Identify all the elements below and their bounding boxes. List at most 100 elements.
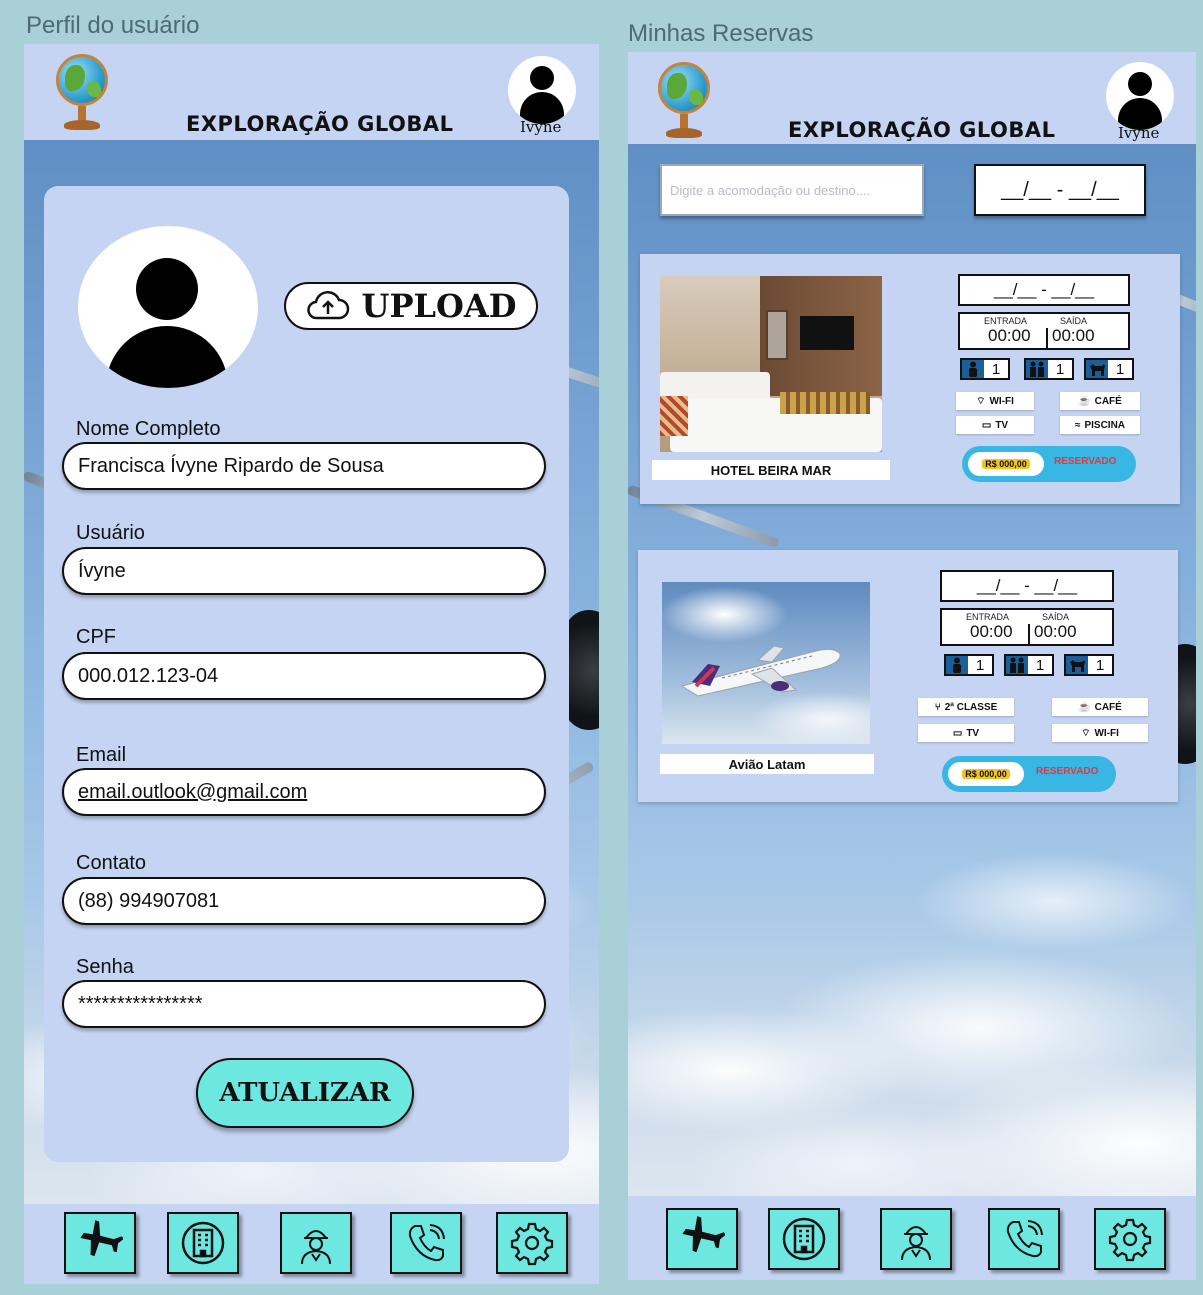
mirror	[766, 310, 788, 360]
wifi-icon: ⌔	[1081, 727, 1091, 739]
header: EXPLORAÇÃO GLOBAL Ivyne	[628, 52, 1196, 144]
nav-tours-button[interactable]	[280, 1212, 352, 1274]
profile-photo	[78, 226, 258, 388]
hotel-icon	[181, 1221, 225, 1265]
booking-status: RESERVADO	[1036, 766, 1099, 777]
booking-status-pill[interactable]: R$ 000,00 RESERVADO	[962, 446, 1136, 482]
profile-screen: EXPLORAÇÃO GLOBAL Ivyne UPLOAD Nome Comp…	[24, 44, 599, 1284]
profile-card: UPLOAD Nome Completo Francisca Ívyne Rip…	[44, 186, 569, 1162]
date-range-value: __/__ - __/__	[1001, 178, 1119, 201]
brand-title: EXPLORAÇÃO GLOBAL	[788, 118, 1056, 142]
booking-status: RESERVADO	[1054, 456, 1117, 467]
adults-value: 1	[975, 656, 985, 674]
checkin-label: ENTRADA	[966, 612, 1010, 622]
person-icon	[953, 657, 961, 673]
cpf-value: 000.012.123-04	[78, 664, 219, 687]
pets-count[interactable]: 1	[1084, 358, 1134, 380]
booking-name: Avião Latam	[660, 754, 874, 774]
email-value: email.outlook@gmail.com	[78, 780, 308, 803]
booking-status-pill[interactable]: R$ 000,00 RESERVADO	[942, 756, 1116, 792]
wifi-icon: ⌔	[976, 395, 986, 407]
booking-card[interactable]: HOTEL BEIRA MAR __/__ - __/__ ENTRADA SA…	[640, 254, 1180, 504]
booking-price: R$ 000,00	[948, 762, 1024, 786]
pet-icon	[1090, 364, 1105, 376]
email-label: Email	[76, 744, 127, 766]
reservations-screen: EXPLORAÇÃO GLOBAL Ivyne Digite a acomoda…	[628, 52, 1196, 1280]
bed-runner	[780, 392, 870, 414]
password-field[interactable]: ****************	[62, 980, 546, 1028]
booking-date-range-value: __/__ - __/__	[976, 576, 1078, 595]
full-name-field[interactable]: Francisca Ívyne Ripardo de Sousa	[62, 442, 546, 490]
nav-hotels-button[interactable]	[768, 1208, 840, 1270]
nav-tours-button[interactable]	[880, 1208, 952, 1270]
user-name: Ivyne	[520, 118, 562, 136]
full-name-value: Francisca Ívyne Ripardo de Sousa	[78, 454, 384, 477]
frame-label-reservations: Minhas Reservas	[628, 20, 814, 47]
couples-count[interactable]: 1	[1004, 654, 1054, 676]
date-range-filter[interactable]: __/__ - __/__	[974, 164, 1146, 216]
tv-screen	[800, 316, 854, 350]
amenity-tv: ▭ TV	[956, 416, 1034, 434]
couples-value: 1	[1055, 360, 1065, 378]
upload-button[interactable]: UPLOAD	[284, 282, 538, 330]
nav-contact-button[interactable]	[988, 1208, 1060, 1270]
bottom-nav	[628, 1196, 1196, 1280]
pets-value: 1	[1115, 360, 1125, 378]
tour-guide-icon	[301, 1230, 331, 1265]
search-placeholder: Digite a acomodação ou destino....	[670, 182, 871, 198]
tv-icon: ▭	[981, 419, 992, 431]
nav-settings-button[interactable]	[496, 1212, 568, 1274]
adults-count[interactable]: 1	[944, 654, 994, 676]
brand-title: EXPLORAÇÃO GLOBAL	[186, 112, 454, 136]
airplane-icon	[682, 1216, 725, 1253]
pool-icon: ≈	[1074, 419, 1081, 431]
booking-times: ENTRADA SAÍDA 00:00 00:00	[958, 312, 1130, 350]
user-name: Ivyne	[1118, 124, 1160, 142]
amenity-coffee: ☕ CAFÉ	[1060, 392, 1140, 410]
booking-times: ENTRADA SAÍDA 00:00 00:00	[940, 608, 1114, 646]
couples-count[interactable]: 1	[1024, 358, 1074, 380]
amenity-tv: ▭ TV	[918, 724, 1014, 742]
user-avatar[interactable]	[1106, 62, 1174, 130]
amenity-wifi: ⌔ WI-FI	[1052, 724, 1148, 742]
nav-flights-button[interactable]	[666, 1208, 738, 1270]
password-value: ****************	[78, 992, 203, 1015]
nav-flights-button[interactable]	[64, 1212, 136, 1274]
person-icon	[969, 361, 977, 377]
cpf-field[interactable]: 000.012.123-04	[62, 652, 546, 700]
password-label: Senha	[76, 956, 134, 978]
email-field[interactable]: email.outlook@gmail.com	[62, 768, 546, 816]
username-field[interactable]: Ívyne	[62, 547, 546, 595]
adults-count[interactable]: 1	[960, 358, 1010, 380]
nav-hotels-button[interactable]	[167, 1212, 239, 1274]
nav-settings-button[interactable]	[1094, 1208, 1166, 1270]
checkout-time: 00:00	[1034, 622, 1077, 641]
phone-icon	[408, 1224, 445, 1262]
booking-date-range[interactable]: __/__ - __/__	[958, 274, 1130, 306]
booking-date-range[interactable]: __/__ - __/__	[940, 570, 1114, 602]
booking-price: R$ 000,00	[968, 452, 1044, 476]
upload-label: UPLOAD	[361, 287, 517, 325]
airplane-icon	[80, 1220, 123, 1257]
booking-card[interactable]: Avião Latam __/__ - __/__ ENTRADA SAÍDA …	[638, 550, 1178, 802]
hotel-icon	[782, 1217, 826, 1261]
checkout-time: 00:00	[1052, 326, 1095, 345]
header: EXPLORAÇÃO GLOBAL Ivyne	[24, 44, 599, 140]
couple-icon	[1030, 361, 1044, 377]
user-avatar[interactable]	[508, 56, 576, 124]
pets-count[interactable]: 1	[1064, 654, 1114, 676]
seat-icon: ⑂	[934, 701, 941, 713]
pet-icon	[1070, 660, 1085, 672]
update-button[interactable]: ATUALIZAR	[196, 1058, 414, 1128]
globe-logo-icon	[656, 62, 712, 142]
booking-name: HOTEL BEIRA MAR	[652, 460, 890, 480]
nav-contact-button[interactable]	[390, 1212, 462, 1274]
pets-value: 1	[1095, 656, 1105, 674]
cloud-upload-icon	[306, 291, 349, 320]
contact-field[interactable]: (88) 994907081	[62, 877, 546, 925]
full-name-label: Nome Completo	[76, 418, 221, 440]
time-separator	[1046, 328, 1048, 348]
destination-search-input[interactable]: Digite a acomodação ou destino....	[660, 164, 924, 216]
plane-image	[680, 645, 841, 697]
tour-guide-icon	[901, 1226, 931, 1261]
